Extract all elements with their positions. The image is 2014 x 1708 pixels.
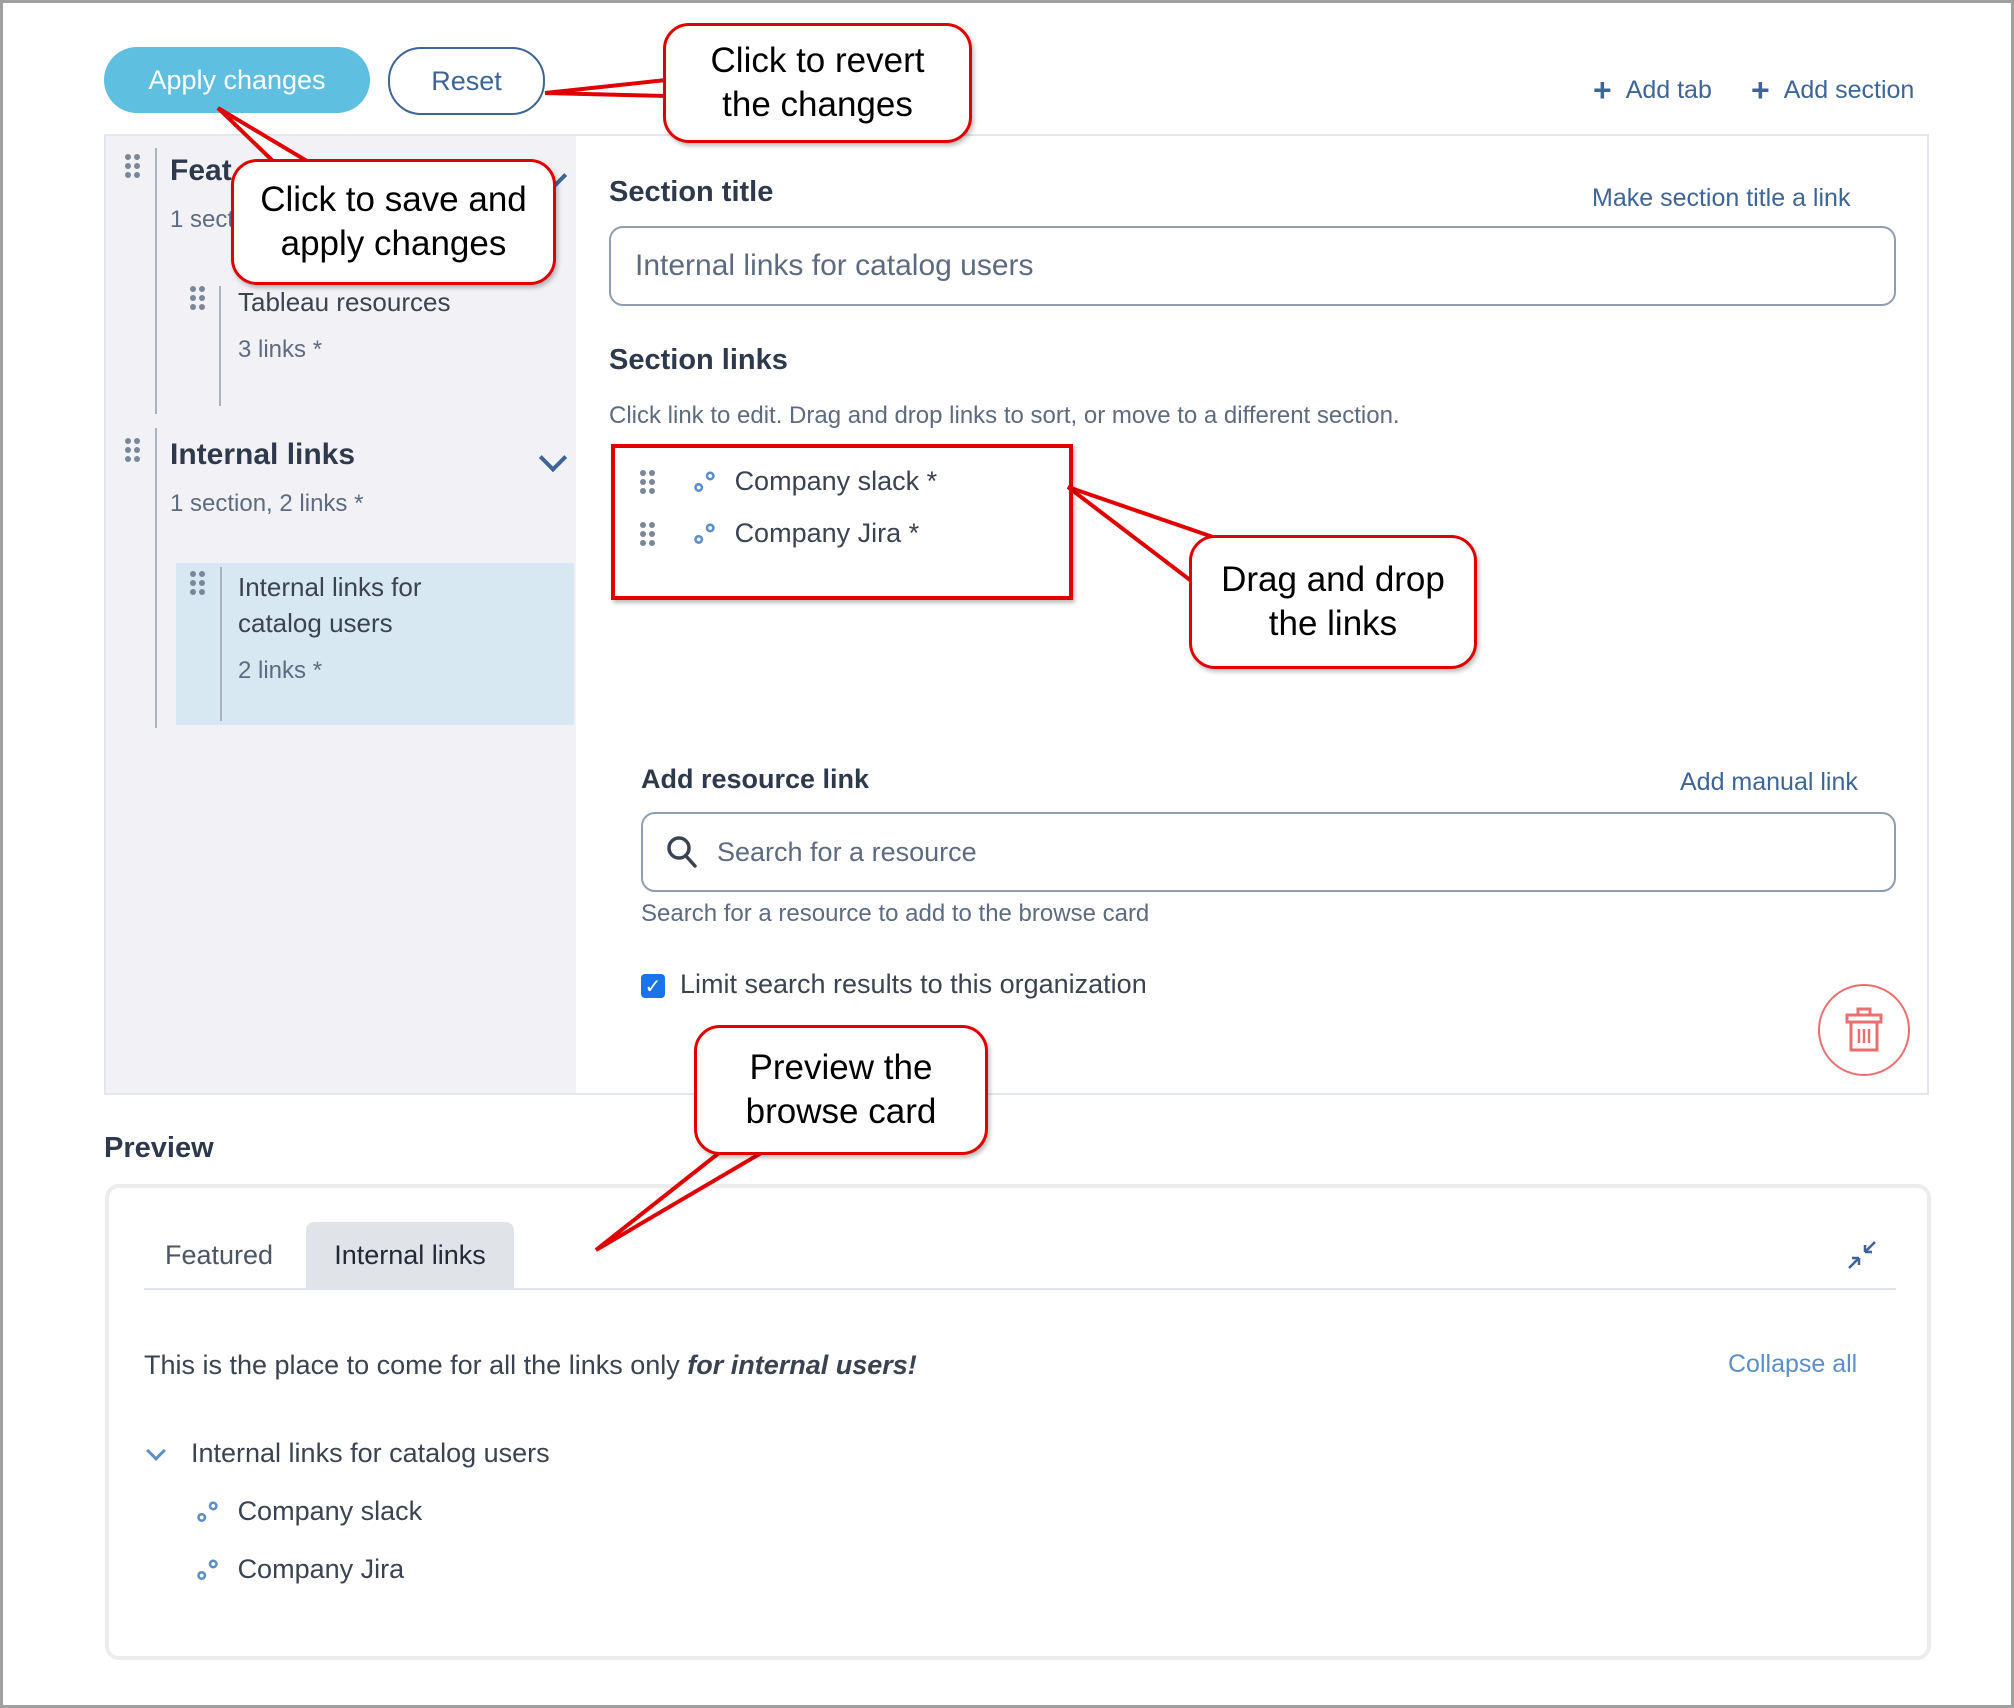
chevron-down-icon[interactable] — [538, 443, 568, 473]
apply-changes-button[interactable]: Apply changes — [104, 47, 370, 113]
links-highlight-box — [611, 444, 1073, 600]
preview-description: This is the place to come for all the li… — [144, 1350, 917, 1381]
callout-text: apply changes — [280, 224, 507, 263]
chevron-down-icon — [146, 1440, 166, 1461]
section-count: 2 links * — [238, 657, 323, 684]
preview-tab-internal-links[interactable]: Internal links — [306, 1222, 514, 1288]
drag-handle-icon[interactable] — [125, 438, 140, 462]
add-section-label: Add section — [1783, 75, 1915, 104]
collapse-all-button[interactable]: Collapse all — [1728, 1350, 1857, 1379]
preview-link-item[interactable]: ∘∘ Company slack — [185, 1489, 423, 1533]
section-count: 3 links * — [238, 336, 323, 363]
tab-bar-divider — [144, 1288, 1896, 1290]
drag-handle-icon[interactable] — [190, 286, 205, 310]
section-title: Tableau resources — [238, 287, 451, 317]
callout-drag-drop: Drag and drop the links — [1189, 535, 1477, 669]
description-emphasis: for internal users! — [687, 1350, 917, 1380]
description-text: This is the place to come for all the li… — [144, 1350, 688, 1380]
preview-heading: Preview — [104, 1132, 214, 1164]
callout-text: Click to revert — [710, 41, 925, 80]
tab-divider — [155, 148, 157, 414]
add-resource-link-label: Add resource link — [641, 764, 870, 794]
apply-changes-label: Apply changes — [148, 64, 326, 95]
preview-link-label: Company slack — [237, 1496, 423, 1526]
make-section-title-link-button[interactable]: Make section title a link — [1592, 184, 1850, 213]
section-title-value: Internal links for catalog users — [635, 249, 1034, 282]
delete-section-button[interactable] — [1818, 984, 1910, 1076]
callout-text: Click to save and — [260, 180, 527, 219]
tab-divider — [155, 428, 157, 728]
section-title-label: Section title — [609, 176, 774, 208]
trash-icon — [1845, 1007, 1883, 1052]
preview-section-title: Internal links for catalog users — [191, 1438, 550, 1468]
plus-icon: + — [1751, 72, 1770, 108]
callout-text: Drag and drop — [1221, 560, 1445, 599]
reset-label: Reset — [431, 65, 502, 96]
add-manual-link-button[interactable]: Add manual link — [1680, 768, 1858, 797]
drag-handle-icon[interactable] — [190, 571, 205, 595]
limit-search-label[interactable]: Limit search results to this organizatio… — [680, 966, 1147, 1002]
tab-title: Feat — [170, 154, 232, 187]
drag-handle-icon[interactable] — [125, 154, 140, 178]
tab-summary: 1 section, 2 links * — [170, 490, 364, 517]
callout-text: browse card — [745, 1092, 937, 1131]
section-divider — [219, 286, 221, 406]
add-tab-label: Add tab — [1625, 75, 1712, 104]
section-links-help: Click link to edit. Drag and drop links … — [609, 402, 1400, 429]
section-links-label: Section links — [609, 344, 788, 376]
callout-preview: Preview the browse card — [694, 1025, 988, 1155]
plus-icon: + — [1593, 72, 1612, 108]
tab-summary: 1 sect — [170, 206, 235, 233]
add-section-button[interactable]: + Add section — [1751, 74, 1914, 106]
callout-text: the changes — [722, 85, 913, 124]
tab-title: Internal links — [170, 438, 356, 471]
preview-link-item[interactable]: ∘∘ Company Jira — [185, 1547, 405, 1591]
preview-tab-featured[interactable]: Featured — [149, 1222, 289, 1288]
callout-revert: Click to revert the changes — [663, 23, 972, 143]
reset-button[interactable]: Reset — [388, 47, 545, 115]
section-title-line-1: Internal links for — [238, 572, 422, 602]
limit-search-checkbox[interactable]: ✓ — [641, 974, 665, 998]
section-title-input[interactable]: Internal links for catalog users — [609, 226, 1896, 306]
sidebar-section-internal-links-for-catalog-users[interactable]: Internal links for catalog users 2 links… — [176, 563, 574, 725]
add-tab-button[interactable]: + Add tab — [1593, 74, 1712, 106]
section-title-line-2: catalog users — [238, 608, 393, 638]
preview-section-toggle[interactable]: Internal links for catalog users — [146, 1438, 550, 1469]
resource-search-input[interactable]: Search for a resource — [641, 812, 1896, 892]
link-icon: ∘∘ — [184, 1547, 230, 1592]
search-icon — [667, 836, 697, 868]
preview-link-label: Company Jira — [237, 1554, 405, 1584]
section-divider — [220, 567, 222, 721]
collapse-card-icon[interactable] — [1847, 1240, 1877, 1270]
callout-text: Preview the — [749, 1048, 933, 1087]
callout-save: Click to save and apply changes — [231, 159, 556, 285]
callout-text: the links — [1268, 604, 1398, 643]
preview-browse-card: Featured Internal links This is the plac… — [105, 1184, 1931, 1660]
search-placeholder: Search for a resource — [717, 836, 977, 867]
search-help-text: Search for a resource to add to the brow… — [641, 900, 1150, 927]
link-icon: ∘∘ — [184, 1489, 230, 1534]
